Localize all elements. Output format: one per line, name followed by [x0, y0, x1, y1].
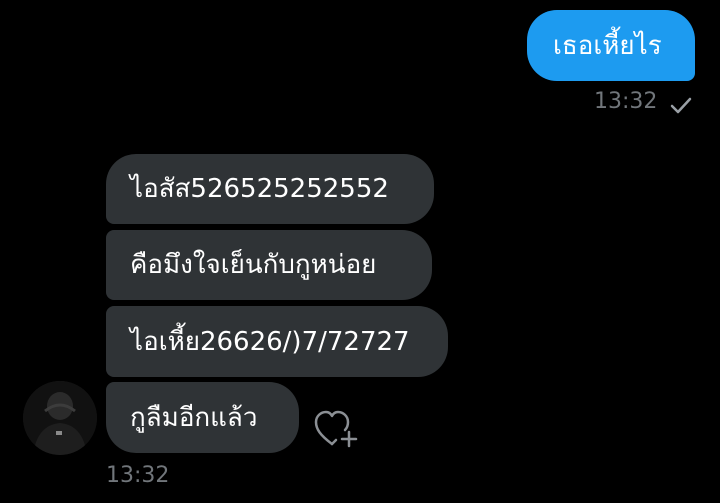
- received-message-text: ไอสัส526525252552: [130, 174, 389, 204]
- user-avatar[interactable]: [23, 381, 97, 455]
- received-message-bubble[interactable]: ไอสัส526525252552: [106, 154, 434, 224]
- received-message-text: ไอเหี้ย26626/)7/72727: [130, 326, 410, 357]
- sent-message-bubble[interactable]: เธอเหี้ยไร: [527, 10, 695, 81]
- avatar-figure: [23, 381, 97, 455]
- received-message-bubble[interactable]: ไอเหี้ย26626/)7/72727: [106, 306, 448, 377]
- received-message-bubble[interactable]: คือมึงใจเย็นกับกูหน่อย: [106, 230, 432, 300]
- sent-message-text: เธอเหี้ยไร: [553, 30, 662, 61]
- received-message-bubble[interactable]: กูลืมอีกแล้ว: [106, 382, 299, 453]
- checkmark-icon: [670, 97, 692, 114]
- sent-message-time: 13:32: [594, 89, 658, 114]
- heart-plus-icon[interactable]: [312, 408, 364, 452]
- received-message-text: กูลืมอีกแล้ว: [130, 402, 258, 433]
- received-message-text: คือมึงใจเย็นกับกูหน่อย: [130, 250, 377, 280]
- received-message-time: 13:32: [106, 463, 170, 488]
